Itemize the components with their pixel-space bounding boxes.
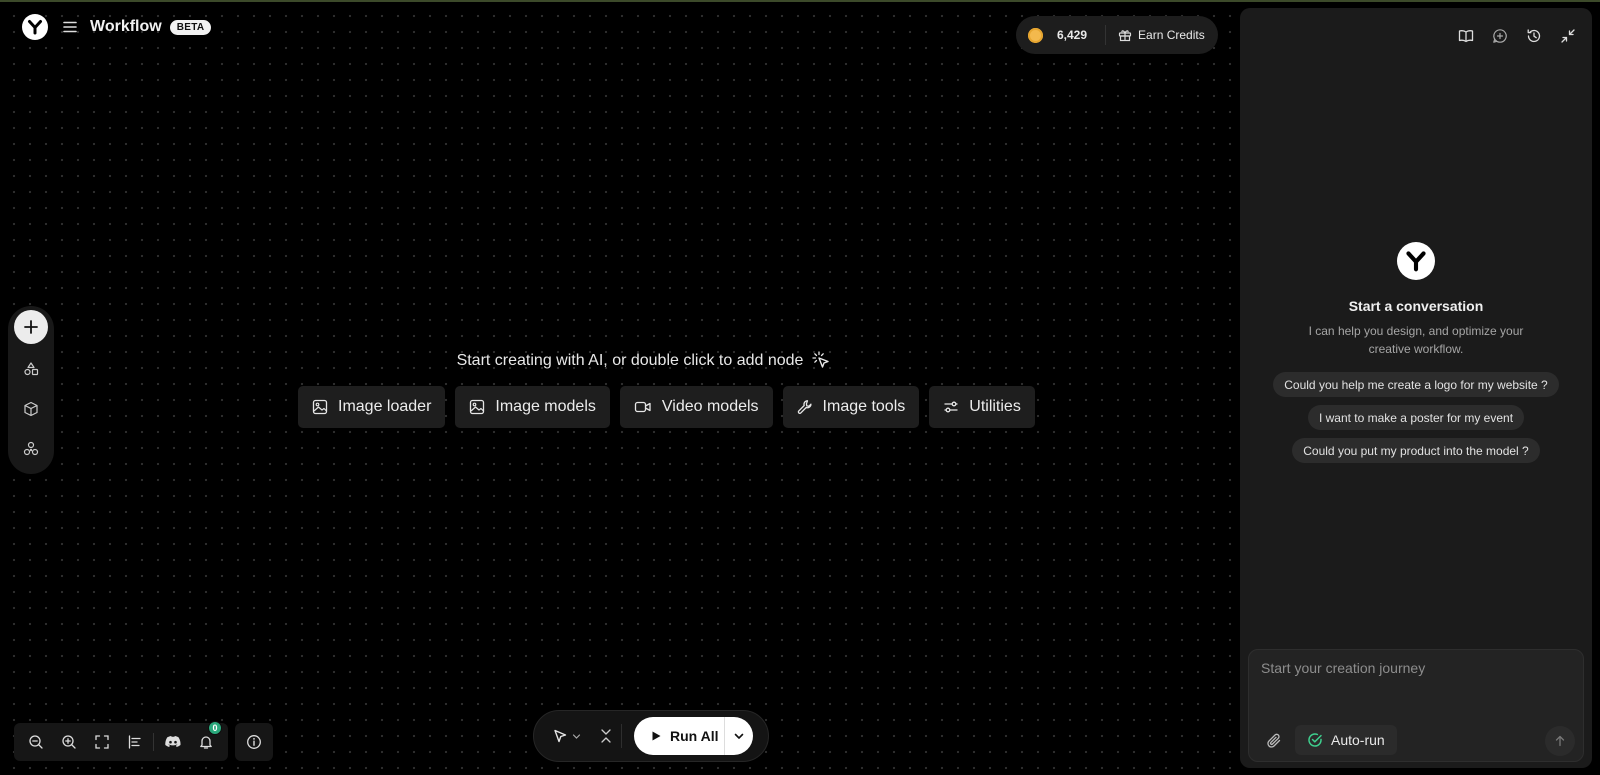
chip-video-models[interactable]: Video models [619, 386, 773, 428]
tool-rail [8, 306, 54, 474]
info-icon [247, 735, 261, 749]
auto-run-label: Auto-run [1331, 732, 1385, 748]
suggestion-chip[interactable]: Could you help me create a logo for my w… [1273, 372, 1559, 397]
app-title: Workflow [90, 18, 162, 35]
image-icon [312, 399, 328, 415]
divider [1105, 25, 1107, 45]
app-window: Workflow BETA 6,429 Earn Credits Start c… [0, 0, 1600, 775]
chat-title: Start a conversation [1348, 298, 1484, 314]
chip-image-tools[interactable]: Image tools [782, 386, 920, 428]
credit-balance: 6,429 [1057, 28, 1088, 42]
video-icon [634, 401, 651, 413]
notifications-button[interactable]: 0 [189, 721, 223, 757]
canvas-hint: Start creating with AI, or double click … [0, 350, 1290, 372]
canvas-hint-text: Start creating with AI, or double click … [456, 352, 804, 369]
info-button[interactable] [235, 723, 273, 761]
suggestion-chip[interactable]: Could you put my product into the model … [1292, 438, 1540, 463]
plus-icon [24, 320, 38, 334]
pointer-click-icon [812, 351, 830, 368]
bell-icon [199, 736, 212, 749]
beta-badge: BETA [169, 19, 212, 35]
chat-subtitle: I can help you design, and optimize your… [1308, 324, 1524, 356]
select-tool-button[interactable] [552, 721, 581, 751]
image-icon [470, 399, 485, 415]
credits-pill: 6,429 Earn Credits [1016, 16, 1218, 54]
collapse-icon[interactable] [599, 721, 613, 751]
chip-label: Video models [661, 398, 759, 415]
run-all-control: Run All [634, 717, 754, 755]
chip-label: Image loader [338, 398, 432, 415]
canvas-controls: 0 [14, 721, 228, 761]
play-icon [652, 731, 661, 741]
align-icon[interactable] [119, 727, 152, 757]
cube-icon[interactable] [16, 394, 46, 424]
divider [621, 724, 622, 748]
chip-label: Image models [495, 398, 596, 415]
chat-empty-state: Start a conversation I can help you desi… [1240, 242, 1592, 463]
new-chat-icon[interactable] [1490, 26, 1510, 46]
book-icon[interactable] [1456, 26, 1476, 46]
run-all-label: Run All [670, 728, 719, 744]
notification-count-badge: 0 [208, 721, 223, 735]
y-logo-icon [1397, 242, 1435, 280]
chat-composer: Auto-run [1248, 649, 1584, 762]
chip-label: Utilities [969, 398, 1021, 415]
pointer-icon [554, 729, 567, 743]
paperclip-icon[interactable] [1259, 726, 1289, 756]
suggestion-list: Could you help me create a logo for my w… [1273, 372, 1559, 463]
divider [153, 733, 155, 751]
run-all-button[interactable]: Run All [650, 728, 724, 744]
chip-image-models[interactable]: Image models [455, 386, 610, 428]
zoom-out-icon[interactable] [20, 727, 53, 757]
app-header: Workflow BETA [22, 14, 212, 40]
chat-panel: Start a conversation I can help you desi… [1240, 8, 1592, 768]
y-logo-icon[interactable] [22, 14, 48, 40]
chat-input[interactable] [1261, 660, 1571, 710]
hamburger-menu-icon[interactable] [62, 19, 78, 35]
cluster-icon[interactable] [16, 434, 46, 464]
add-node-button[interactable] [14, 310, 48, 344]
history-icon[interactable] [1524, 26, 1544, 46]
earn-credits-label: Earn Credits [1138, 28, 1205, 42]
chip-label: Image tools [822, 398, 906, 415]
arrow-up-icon [1555, 735, 1565, 747]
auto-run-toggle[interactable]: Auto-run [1295, 725, 1397, 755]
wrench-icon [797, 400, 812, 414]
run-options-button[interactable] [725, 717, 753, 755]
sliders-icon [944, 401, 958, 413]
chevron-down-icon [735, 733, 744, 739]
chip-utilities[interactable]: Utilities [929, 386, 1035, 428]
suggestion-chip[interactable]: I want to make a poster for my event [1307, 405, 1525, 430]
gift-icon [1118, 30, 1132, 42]
run-toolbar: Run All [533, 710, 769, 762]
check-circle-icon [1308, 733, 1322, 747]
chat-panel-toolbar [1456, 26, 1578, 46]
discord-icon[interactable] [156, 727, 189, 757]
zoom-in-icon[interactable] [53, 727, 86, 757]
chevron-down-icon [572, 733, 581, 739]
fit-view-icon[interactable] [86, 727, 119, 757]
send-button[interactable] [1545, 726, 1575, 756]
node-category-chips: Image loader Image models Video models I… [298, 386, 1035, 428]
earn-credits-button[interactable]: Earn Credits [1118, 28, 1205, 42]
minimize-icon[interactable] [1558, 26, 1578, 46]
coin-icon [1028, 27, 1043, 43]
chip-image-loader[interactable]: Image loader [298, 386, 446, 428]
